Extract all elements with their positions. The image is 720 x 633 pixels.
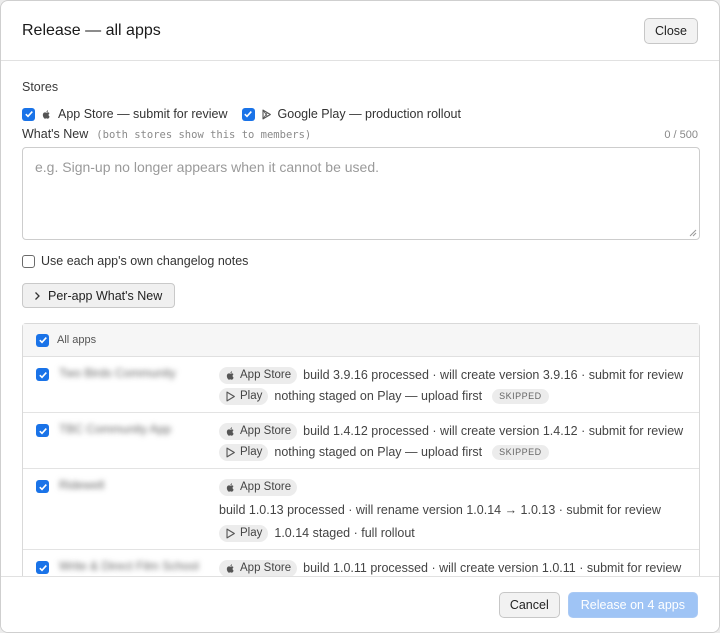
own-notes-option[interactable]: Use each app's own changelog notes bbox=[22, 254, 698, 268]
play-icon bbox=[226, 391, 235, 401]
whats-new-label: What's New bbox=[22, 127, 89, 141]
app-store-pill: App Store bbox=[219, 366, 298, 384]
status-text: nothing staged on Play — upload first bbox=[274, 389, 483, 403]
status-text: build 1.4.12 processed · will create ver… bbox=[303, 424, 684, 438]
play-status: Play 1.0.14 staged · full rollout bbox=[219, 523, 699, 543]
whats-new-placeholder: e.g. Sign-up no longer appears when it c… bbox=[35, 159, 380, 175]
apple-icon bbox=[42, 109, 50, 119]
app-row: Two Birds Community App Store build 3.9.… bbox=[23, 357, 699, 413]
app-store-status: App Store build 3.9.16 processed · will … bbox=[219, 365, 699, 385]
stores-options: App Store — submit for review Google Pla… bbox=[22, 107, 698, 121]
play-pill: Play bbox=[219, 443, 269, 461]
store-pill-label: App Store bbox=[240, 369, 292, 381]
app-store-status: App Store build 1.4.12 processed · will … bbox=[219, 421, 699, 441]
app-store-pill: App Store bbox=[219, 478, 298, 496]
cancel-button[interactable]: Cancel bbox=[498, 591, 560, 618]
play-pill: Play bbox=[219, 387, 269, 405]
dialog-footer: Cancel Release on 4 apps bbox=[1, 576, 719, 632]
status-text: build 1.0.11 processed · will create ver… bbox=[303, 561, 682, 575]
close-button[interactable]: Close bbox=[644, 17, 698, 44]
app-name: Write & Direct Film School bbox=[59, 559, 199, 573]
dialog-body: Stores App Store — submit for review Goo… bbox=[1, 62, 719, 576]
apple-icon bbox=[226, 482, 234, 492]
app-checkbox[interactable] bbox=[36, 368, 49, 381]
play-icon bbox=[226, 447, 235, 457]
app-store-option-label: App Store — submit for review bbox=[58, 107, 228, 121]
app-store-checkbox[interactable] bbox=[22, 107, 35, 121]
app-store-pill: App Store bbox=[219, 559, 298, 576]
release-button[interactable]: Release on 4 apps bbox=[567, 591, 698, 618]
per-app-button-label: Per-app What's New bbox=[48, 288, 163, 303]
whats-new-hint: (both stores show this to members) bbox=[96, 129, 312, 141]
play-pill: Play bbox=[219, 524, 269, 542]
status-text: nothing staged on Play — upload first bbox=[274, 445, 483, 459]
apple-icon bbox=[226, 370, 234, 380]
skipped-badge: SKIPPED bbox=[492, 444, 549, 460]
store-option-app-store[interactable]: App Store — submit for review bbox=[22, 107, 228, 121]
store-pill-label: App Store bbox=[240, 481, 292, 493]
status-text: 1.0.14 staged · full rollout bbox=[274, 526, 415, 540]
app-checkbox[interactable] bbox=[36, 424, 49, 437]
resize-grip-icon[interactable] bbox=[689, 229, 697, 237]
play-status: Play nothing staged on Play — upload fir… bbox=[219, 442, 699, 462]
app-row: Write & Direct Film School App Store bui… bbox=[23, 550, 699, 576]
apps-table: All apps Two Birds Community App Store b… bbox=[22, 323, 700, 576]
app-checkbox[interactable] bbox=[36, 561, 49, 574]
app-store-status: App Store build 1.0.11 processed · will … bbox=[219, 558, 699, 576]
app-name: Ridewell bbox=[59, 478, 105, 492]
app-name: TBC Community App bbox=[59, 422, 172, 436]
own-notes-label: Use each app's own changelog notes bbox=[41, 254, 249, 268]
store-pill-label: Play bbox=[240, 390, 263, 402]
store-pill-label: Play bbox=[240, 446, 263, 458]
skipped-badge: SKIPPED bbox=[492, 388, 549, 404]
app-store-pill: App Store bbox=[219, 422, 298, 440]
apple-icon bbox=[226, 426, 234, 436]
stores-label: Stores bbox=[22, 80, 59, 94]
status-text: build 1.0.13 processed · will rename ver… bbox=[219, 503, 661, 517]
apple-icon bbox=[226, 563, 234, 573]
google-play-checkbox[interactable] bbox=[241, 107, 255, 121]
dialog-header: Release — all apps Close bbox=[1, 1, 719, 61]
per-app-whats-new-button[interactable]: Per-app What's New bbox=[22, 283, 176, 308]
google-play-option-label: Google Play — production rollout bbox=[277, 107, 461, 121]
app-store-status: App Store bbox=[219, 477, 699, 497]
chevron-right-icon bbox=[35, 291, 40, 300]
store-pill-label: App Store bbox=[240, 425, 292, 437]
play-status: Play nothing staged on Play — upload fir… bbox=[219, 386, 699, 406]
whats-new-header: What's New (both stores show this to mem… bbox=[22, 127, 698, 141]
all-apps-label: All apps bbox=[57, 334, 97, 346]
app-store-status-detail: build 1.0.13 processed · will rename ver… bbox=[219, 500, 699, 520]
all-apps-header[interactable]: All apps bbox=[23, 324, 699, 357]
character-count: 0 / 500 bbox=[664, 129, 698, 141]
whats-new-textarea[interactable]: e.g. Sign-up no longer appears when it c… bbox=[22, 147, 700, 240]
app-row: TBC Community App App Store build 1.4.12… bbox=[23, 413, 699, 469]
app-row: Ridewell App Store build 1.0.13 processe… bbox=[23, 469, 699, 550]
app-name: Two Birds Community bbox=[59, 366, 176, 380]
store-pill-label: Play bbox=[240, 527, 263, 539]
store-option-google-play[interactable]: Google Play — production rollout bbox=[241, 107, 461, 121]
status-text: build 3.9.16 processed · will create ver… bbox=[303, 368, 684, 382]
own-notes-checkbox[interactable] bbox=[22, 254, 35, 268]
play-icon bbox=[261, 109, 271, 119]
play-icon bbox=[226, 528, 235, 538]
store-pill-label: App Store bbox=[240, 562, 292, 574]
dialog-title: Release — all apps bbox=[22, 21, 161, 39]
all-apps-checkbox[interactable] bbox=[36, 333, 49, 347]
release-dialog: Release — all apps Close Stores App Stor… bbox=[0, 0, 720, 633]
